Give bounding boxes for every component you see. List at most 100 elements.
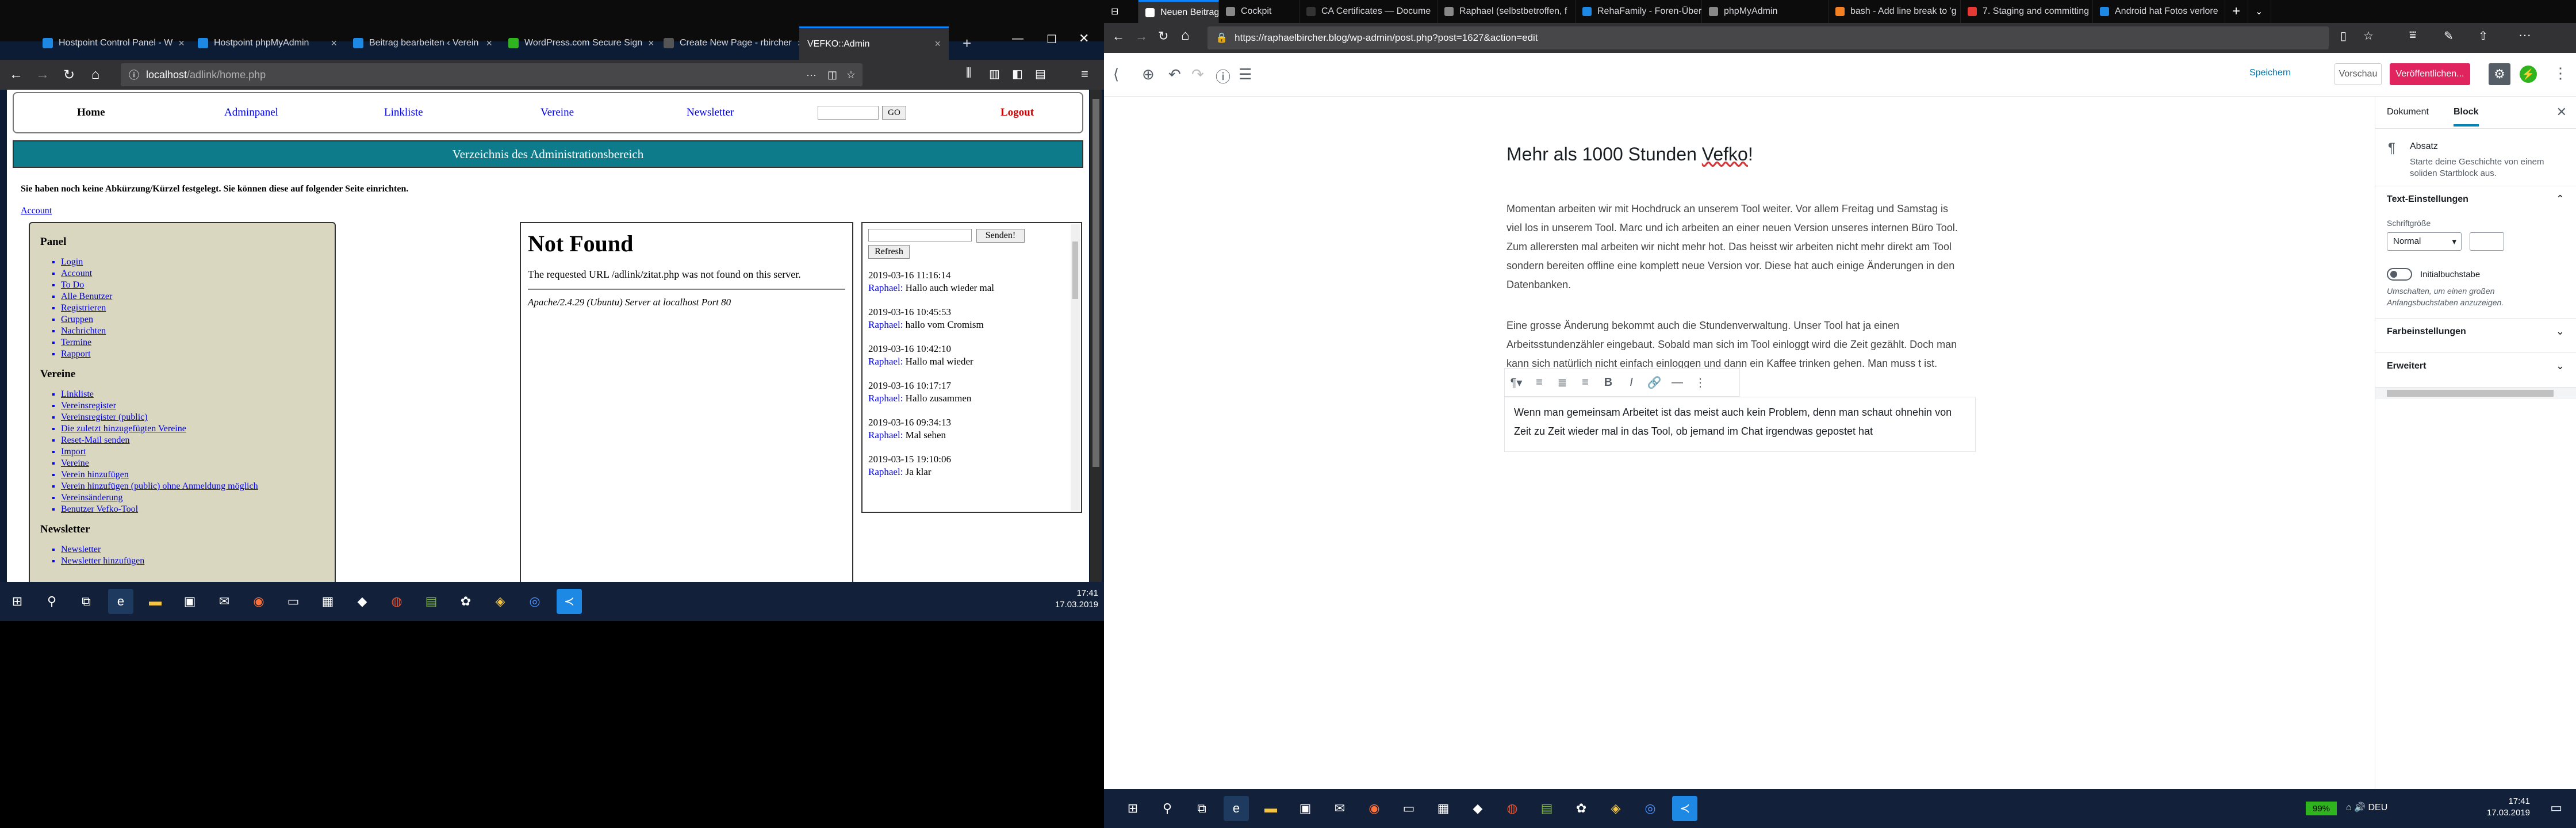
custom-font-size-input[interactable] <box>2470 232 2504 251</box>
page-scrollbar[interactable] <box>1090 90 1102 582</box>
close-icon[interactable]: ✕ <box>2556 105 2567 120</box>
account-link[interactable]: Account <box>21 206 52 216</box>
block-navigation-icon[interactable]: ☰ <box>1239 66 1252 83</box>
menu-icon[interactable]: ≡ <box>1081 67 1088 82</box>
nav-adminpanel-link[interactable]: Adminpanel <box>224 106 278 119</box>
left-tab-6-active[interactable]: VEFKO::Admin × <box>799 26 949 60</box>
right-tab-2[interactable]: Cockpit <box>1219 0 1300 23</box>
save-draft-button[interactable]: Speichern <box>2249 68 2291 78</box>
right-tab-4[interactable]: Raphael (selbstbetroffen, f <box>1438 0 1575 23</box>
chat-input[interactable] <box>868 229 972 241</box>
firefox-icon[interactable]: ◉ <box>246 589 271 614</box>
chrome-icon[interactable]: ◎ <box>1638 796 1663 821</box>
newsletter-link[interactable]: Newsletter hinzufügen <box>61 555 335 567</box>
panel-link[interactable]: Login <box>61 256 335 268</box>
battery-indicator[interactable]: 99% <box>2306 802 2337 815</box>
taskbar-clock[interactable]: 17:41 17.03.2019 <box>1055 588 1098 611</box>
new-tab-button[interactable]: + <box>954 26 977 60</box>
chevron-down-icon[interactable]: ⌄ <box>2556 360 2564 372</box>
right-tab-1-active[interactable]: Neuen Beitrag erstelle <box>1138 0 1219 23</box>
site-search-input[interactable] <box>818 106 879 120</box>
notification-icon[interactable]: ▭ <box>2550 800 2562 815</box>
panel-title[interactable]: Text-Einstellungen <box>2387 194 2564 205</box>
ubuntu-icon[interactable]: ◍ <box>384 589 409 614</box>
vereine-link[interactable]: Verein hinzufügen <box>61 469 335 481</box>
terminal-icon[interactable]: ▭ <box>1396 796 1421 821</box>
git-icon[interactable]: ✿ <box>453 589 478 614</box>
advanced-panel[interactable]: Erweitert ⌄ <box>2375 353 2576 388</box>
dropcap-toggle[interactable] <box>2387 268 2412 281</box>
task-view-icon[interactable]: ⧉ <box>74 589 99 614</box>
right-tab-8[interactable]: 7. Staging and committing <box>1961 0 2093 23</box>
wp-logo-back-icon[interactable]: ⟨ <box>1113 66 1119 83</box>
panel-link[interactable]: Account <box>61 268 335 279</box>
post-title[interactable]: Mehr als 1000 Stunden Vefko! <box>1506 144 1966 165</box>
vereine-link[interactable]: Vereine <box>61 458 335 469</box>
forward-icon[interactable]: → <box>1135 29 1148 44</box>
taskbar-clock[interactable]: 17:41 17.03.2019 <box>2487 796 2530 819</box>
vereine-link[interactable]: Vereinsregister <box>61 400 335 412</box>
close-icon[interactable]: × <box>325 37 337 49</box>
filezilla-icon[interactable]: ◈ <box>488 589 513 614</box>
panel-link[interactable]: Alle Benutzer <box>61 291 335 302</box>
chat-app-icon[interactable]: ◆ <box>1465 796 1490 821</box>
page-actions-icon[interactable]: ··· <box>806 69 816 81</box>
home-icon[interactable]: ⌂ <box>1181 28 1190 44</box>
settings-gear-icon[interactable]: ⚙ <box>2489 63 2510 85</box>
more-options-icon[interactable]: ⋮ <box>1689 375 1712 390</box>
reload-icon[interactable]: ↻ <box>1158 29 1168 44</box>
panel-link[interactable]: Gruppen <box>61 314 335 325</box>
reload-icon[interactable]: ↻ <box>59 64 79 85</box>
vereine-link[interactable]: Die zuletzt hinzugefügten Vereine <box>61 423 335 435</box>
mail-icon[interactable]: ✉ <box>212 589 237 614</box>
paragraph-block[interactable]: Eine grosse Änderung bekommt auch die St… <box>1506 316 1966 373</box>
close-window-icon[interactable]: ✕ <box>1079 31 1089 46</box>
library-icon[interactable]: ⫼ <box>966 67 971 80</box>
vereine-link[interactable]: Linkliste <box>61 389 335 400</box>
search-icon[interactable]: ⚲ <box>1155 796 1180 821</box>
sidebar-scrollbar[interactable] <box>2375 388 2576 399</box>
terminal-icon[interactable]: ▭ <box>281 589 306 614</box>
url-bar[interactable]: ⓘ localhost/adlink/home.php ··· ◫ ☆ <box>121 63 862 86</box>
sidebar-icon[interactable]: ▥ <box>989 67 1000 81</box>
close-icon[interactable]: × <box>480 37 492 49</box>
windows-app-icon[interactable]: ▦ <box>315 589 340 614</box>
publish-button[interactable]: Veröffentlichen... <box>2390 63 2470 85</box>
link-icon[interactable]: 🔗 <box>1643 375 1666 390</box>
url-bar[interactable]: 🔒 https://raphaelbircher.blog/wp-admin/po… <box>1208 26 2329 49</box>
maximize-icon[interactable]: ☐ <box>1046 32 1057 47</box>
pen-icon[interactable]: ✎ <box>2444 29 2454 43</box>
newsletter-link[interactable]: Newsletter <box>61 544 335 555</box>
font-size-select[interactable]: Normal ▾ <box>2387 232 2462 251</box>
notepad-icon[interactable]: ▤ <box>1534 796 1559 821</box>
panel-link[interactable]: Registrieren <box>61 302 335 314</box>
home-icon[interactable]: ⌂ <box>85 64 106 85</box>
container-icon[interactable]: ▤ <box>1035 67 1046 81</box>
nav-home-link[interactable]: Home <box>77 106 105 119</box>
pocket-icon[interactable]: ◫ <box>827 69 837 81</box>
explorer-icon[interactable]: ▬ <box>143 589 168 614</box>
left-tab-3[interactable]: Beitrag bearbeiten ‹ Verein × <box>345 26 500 60</box>
bookmark-star-icon[interactable]: ☆ <box>846 69 856 81</box>
scroll-thumb[interactable] <box>1092 99 1099 467</box>
search-icon[interactable]: ⚲ <box>39 589 64 614</box>
right-tab-3[interactable]: CA Certificates — Docume <box>1300 0 1438 23</box>
close-icon[interactable]: × <box>172 37 185 49</box>
close-icon[interactable]: × <box>792 37 799 49</box>
vscode-icon[interactable]: ≺ <box>1672 796 1697 821</box>
vereine-link[interactable]: Vereinsänderung <box>61 492 335 504</box>
nav-newsletter-link[interactable]: Newsletter <box>687 106 734 119</box>
share-icon[interactable]: ⇧ <box>2478 29 2488 43</box>
left-tab-2[interactable]: Hostpoint phpMyAdmin × <box>190 26 345 60</box>
volume-icon[interactable]: 🔊 <box>2354 803 2366 812</box>
vereine-link[interactable]: Vereinsregister (public) <box>61 412 335 423</box>
tab-list-icon[interactable]: ⌄ <box>2248 0 2271 23</box>
edge-icon[interactable]: e <box>1224 796 1249 821</box>
windows-start-icon[interactable]: ⊞ <box>5 589 30 614</box>
vereine-link[interactable]: Import <box>61 446 335 458</box>
strikethrough-icon[interactable]: — <box>1666 376 1689 389</box>
windows-app-icon[interactable]: ▦ <box>1431 796 1456 821</box>
panel-link[interactable]: Rapport <box>61 348 335 360</box>
minimize-icon[interactable]: — <box>1012 32 1023 45</box>
preview-button[interactable]: Vorschau <box>2334 63 2382 85</box>
